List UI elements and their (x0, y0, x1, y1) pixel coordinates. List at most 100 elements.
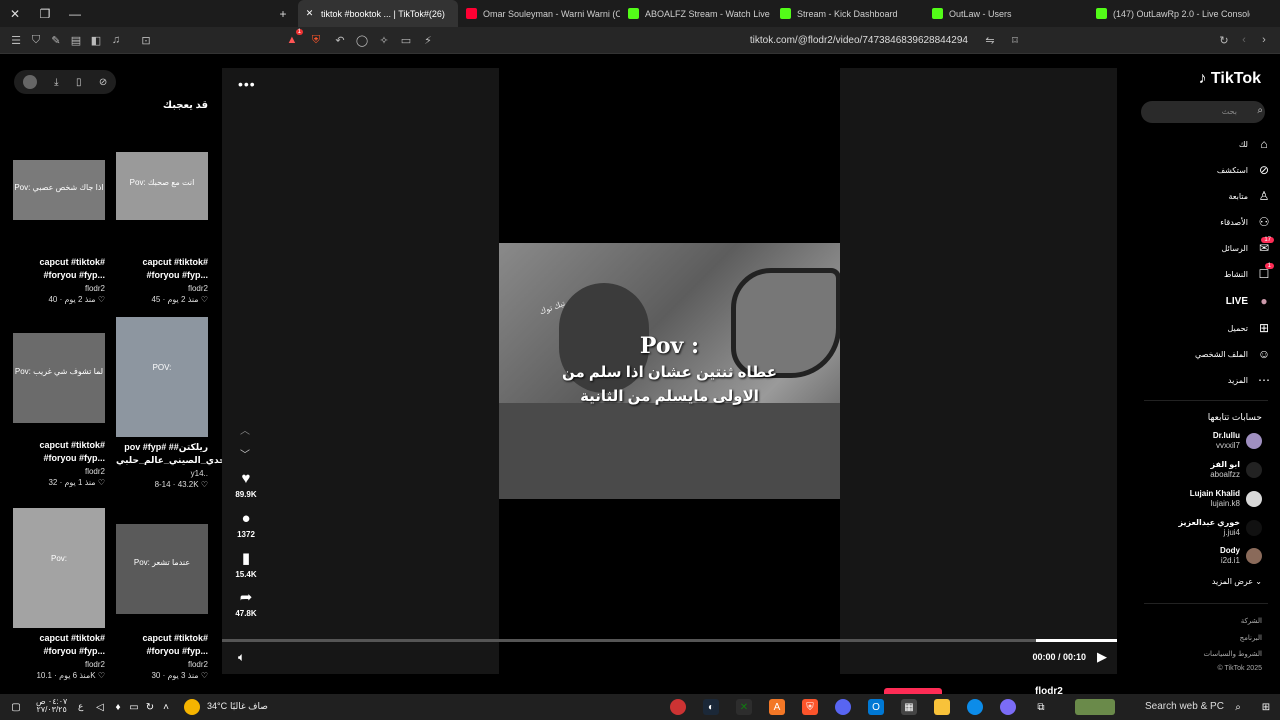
clock[interactable]: ٠٤:٠٧ ص ٢٧/٠٣/٢٥ (36, 698, 67, 714)
card-title[interactable]: capcut #tiktok# #foryou #fyp... (13, 439, 105, 465)
video-card[interactable]: Pov: اذا جاك شخص عصبي capcut #tiktok# #f… (13, 152, 105, 304)
followed-account[interactable]: خوري عبدالعزيز j.jui4 (1178, 517, 1262, 539)
brave-shield-icon[interactable]: ⛨ (308, 32, 324, 48)
browser-tab[interactable]: (147) OutLawRp 2.0 - Live Console (1090, 0, 1250, 27)
menu-icon[interactable]: ☰ (8, 32, 24, 48)
windows-start-icon[interactable]: ⊞ (1258, 699, 1274, 715)
video-card[interactable]: Pov: لما تشوف شي غريب capcut #tiktok# #f… (13, 317, 105, 487)
progress-bar[interactable] (222, 639, 1117, 642)
browser-tab[interactable]: Stream - Kick Dashboard (774, 0, 924, 27)
pen-icon[interactable]: ✎ (48, 32, 64, 48)
speaker-icon[interactable]: ◁ (92, 699, 108, 715)
nav-upload[interactable]: تحميل ⊞ (1228, 318, 1275, 338)
followed-account[interactable]: Dr.lullu vvxxil7 (1213, 430, 1262, 452)
wand-icon[interactable]: ⚡ (420, 32, 436, 48)
brave-icon[interactable]: ⛨ (802, 699, 818, 715)
video-thumbnail[interactable]: Pov: (13, 508, 105, 628)
video-frame[interactable]: تيك توك Pov : عطاه ثنتين عشان اذا سلم من… (499, 243, 840, 499)
close-tab-icon[interactable]: ✕ (304, 8, 315, 19)
screenshot-icon[interactable]: ⊡ (138, 32, 154, 48)
video-thumbnail[interactable]: Pov: لما تشوف شي غريب (13, 333, 105, 423)
sync-icon[interactable]: ↻ (142, 699, 158, 715)
video-card[interactable]: Pov: عندما تشعر capcut #tiktok# #foryou … (116, 508, 208, 680)
card-user[interactable]: y14.. (116, 469, 208, 478)
notification-center-icon[interactable]: ▢ (8, 699, 24, 715)
store-icon[interactable]: ▦ (901, 699, 917, 715)
browser-tab[interactable]: ✕ tiktok #booktok ... | TikTok#(26) (298, 0, 458, 27)
video-thumbnail[interactable]: Pov: انت مع صحبك (116, 152, 208, 220)
followed-account[interactable]: Dody i2d.i1 (1220, 545, 1262, 567)
new-tab-icon[interactable]: + (268, 0, 298, 27)
play-icon[interactable]: ▶ (1097, 649, 1107, 665)
media-icon[interactable]: ▭ (398, 32, 414, 48)
nav-profile[interactable]: الملف الشخصي ☺ (1195, 344, 1274, 364)
save-button[interactable]: ▮ 15.4K (234, 549, 258, 579)
xbox-icon[interactable]: ✕ (736, 699, 752, 715)
music-icon[interactable]: ♫ (108, 32, 124, 48)
language-indicator[interactable]: ع (78, 701, 83, 712)
chevron-up-icon[interactable]: ˄ (158, 699, 174, 715)
nav-messages[interactable]: الرسائل ✉ 17 (1222, 237, 1274, 258)
search-icon[interactable]: ⌕ (1230, 699, 1246, 715)
video-thumbnail[interactable]: Pov: عندما تشعر (116, 524, 208, 614)
shield-icon[interactable]: ⛉ (28, 32, 44, 48)
nav-live[interactable]: LIVE ● (1226, 291, 1274, 311)
next-video-icon[interactable]: ﹀ (240, 446, 250, 461)
like-button[interactable]: ♥ 89.9K (234, 470, 258, 499)
edge-icon[interactable] (967, 699, 983, 715)
weather-temp[interactable]: 34°C (207, 701, 227, 711)
extension-icon[interactable]: ▲ 1 (284, 29, 303, 48)
card-user[interactable]: flodr2 (13, 284, 105, 293)
reload-icon[interactable]: ↻ (1216, 32, 1232, 48)
network-icon[interactable]: ▭ (126, 699, 142, 715)
footer-link[interactable]: البرنامج (1240, 634, 1262, 642)
download-icon[interactable]: ⤓ (54, 77, 58, 88)
browser-tab[interactable]: Omar Souleyman - Warni Warni (Offi (460, 0, 620, 27)
nav-for-you[interactable]: لك ⌂ (1239, 134, 1274, 154)
avatar-icon[interactable] (22, 75, 37, 89)
phone-icon[interactable]: ▯ (76, 77, 82, 88)
forward-icon[interactable]: › (1256, 32, 1272, 48)
nav-activity[interactable]: النشاط ☐ 1 (1224, 263, 1274, 284)
site-settings-icon[interactable]: ⇋ (982, 32, 998, 48)
translate-icon[interactable]: ✧ (376, 32, 392, 48)
browser-tab[interactable]: OutLaw - Users (926, 0, 1076, 27)
steam-icon[interactable]: ◐ (703, 699, 719, 715)
share-button[interactable]: ➦ 47.8K (234, 588, 258, 618)
address-bar[interactable]: tiktok.com/@flodr2/video/747384683962884… (620, 31, 1000, 50)
discord-icon[interactable] (835, 699, 851, 715)
nav-explore[interactable]: استكشف ⊘ (1217, 160, 1274, 180)
followed-account[interactable]: ابو الفز aboalfzz (1210, 459, 1262, 481)
card-title[interactable]: capcut #tiktok# #foryou #fyp... (13, 632, 105, 658)
app-icon[interactable] (670, 699, 686, 715)
volume-icon[interactable]: 🔈︎ (238, 650, 245, 665)
outlook-icon[interactable]: O (868, 699, 884, 715)
back-history-icon[interactable]: ↶ (332, 32, 348, 48)
restore-window-icon[interactable]: ❐ (30, 0, 60, 27)
bookmark-icon[interactable]: ⌑ (1007, 32, 1023, 48)
compass-icon[interactable]: ⊘ (99, 77, 107, 88)
app-icon[interactable]: A (769, 699, 785, 715)
widget-image[interactable] (1075, 699, 1115, 715)
weather-text[interactable]: صاف غالبًا (230, 701, 268, 712)
video-card[interactable]: Pov: انت مع صحبك capcut #tiktok# #foryou… (116, 152, 208, 304)
task-view-icon[interactable]: ⧉ (1033, 699, 1049, 715)
footer-link[interactable]: الشروط والسياسات (1203, 650, 1262, 658)
comment-button[interactable]: ● 1372 (234, 510, 258, 539)
tabs-icon[interactable]: ▤ (68, 32, 84, 48)
previous-video-icon[interactable]: ︿ (240, 422, 250, 437)
nav-following[interactable]: متابعة ♙ (1228, 186, 1274, 206)
card-user[interactable]: flodr2 (13, 660, 105, 669)
nav-more[interactable]: المزيد ⋯ (1228, 370, 1274, 390)
search-input[interactable]: بحث (1141, 101, 1265, 123)
card-user[interactable]: flodr2 (116, 660, 208, 669)
browser-tab[interactable]: ABOALFZ Stream - Watch Live on Kic (622, 0, 772, 27)
video-card[interactable]: Pov: capcut #tiktok# #foryou #fyp... flo… (13, 508, 105, 680)
more-options-icon[interactable]: ••• (238, 76, 256, 92)
chat-icon[interactable]: ◯ (354, 32, 370, 48)
footer-link[interactable]: الشركة (1241, 617, 1262, 625)
close-window-icon[interactable]: ✕ (0, 0, 30, 27)
video-thumbnail[interactable]: POV: (116, 317, 208, 437)
card-user[interactable]: flodr2 (116, 284, 208, 293)
back-icon[interactable]: ‹ (1236, 32, 1252, 48)
